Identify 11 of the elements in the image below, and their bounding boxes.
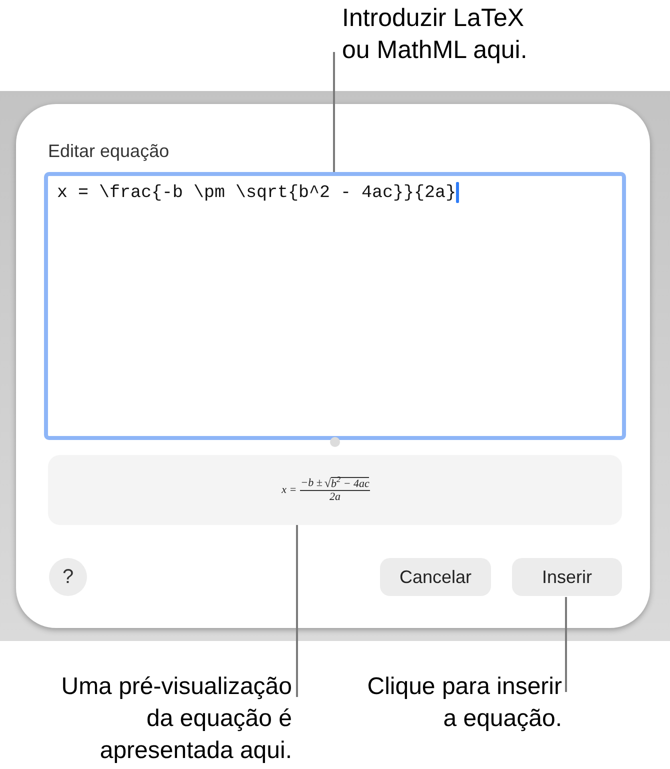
help-button[interactable]: ? [49,558,87,596]
dialog-title: Editar equação [47,140,170,162]
dialog-button[interactable]: Inserir [512,558,622,596]
resize-handle[interactable] [330,437,340,447]
callout-text: Clique para inserir a equação. [366,672,562,734]
text-cursor-icon [456,182,460,203]
equation-preview: x = −b ± √b$^{2}$ − 4ac 2a [48,455,622,525]
equation-input-field[interactable]: x = \frac{-b \pm \sqrt{b^2 - 4ac}}{2a} [44,172,626,440]
callout-text: Introduzir LaTeX ou MathML aqui. [342,3,528,66]
callout-text: Uma pré-visualização da equação é apresentada aqui. [60,672,292,766]
dialog-button[interactable]: Cancelar [380,558,491,596]
